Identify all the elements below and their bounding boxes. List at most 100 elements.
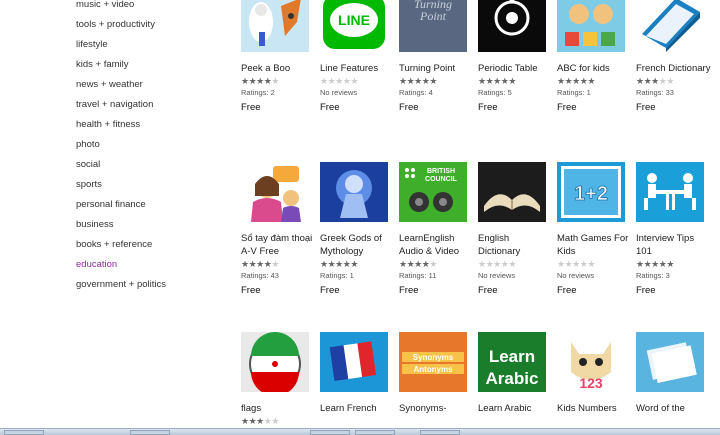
svg-text:Learn: Learn (489, 347, 535, 366)
star-icon: ★ (493, 259, 501, 269)
ratings-count: Ratings: 1 (320, 271, 354, 280)
star-icon: ★ (508, 259, 516, 269)
app-price: Free (478, 102, 498, 113)
word-of-day-icon[interactable] (636, 332, 704, 392)
svg-text:1+2: 1+2 (574, 183, 608, 205)
star-icon: ★ (478, 259, 486, 269)
app-name[interactable]: English Dictionary (478, 232, 554, 258)
star-rating: ★★★★★ (241, 259, 317, 269)
star-icon: ★ (651, 259, 659, 269)
app-name[interactable]: Line Features (320, 62, 396, 75)
peekaboo-icon[interactable] (241, 0, 309, 52)
interview-tips-icon[interactable] (636, 162, 704, 222)
star-rating: ★★★★★ (636, 76, 712, 86)
app-tile[interactable]: Interview Tips 101 ★★★★★ Ratings: 3 Free (636, 162, 712, 297)
star-rating: ★★★★★ (241, 76, 317, 86)
svg-text:LINE: LINE (338, 12, 370, 28)
british-council-icon[interactable]: BRITISH COUNCIL (399, 162, 467, 222)
ratings-count: Ratings: 43 (241, 271, 279, 280)
app-name[interactable]: Learn French (320, 402, 396, 415)
taskbar-button[interactable] (310, 430, 350, 435)
greek-gods-icon[interactable] (320, 162, 388, 222)
app-tile[interactable]: Synonyms Antonyms Synonyms- (399, 332, 475, 415)
star-icon: ★ (557, 259, 565, 269)
ratings-count: Ratings: 11 (399, 271, 437, 280)
app-tile[interactable]: Learn French (320, 332, 396, 415)
app-tile[interactable]: Learn Arabic Learn Arabic (478, 332, 554, 415)
ratings-count: Ratings: 3 (636, 271, 670, 280)
app-tile[interactable]: French Dictionary ★★★★★ Ratings: 33 Free (636, 0, 712, 114)
app-name[interactable]: Periodic Table (478, 62, 554, 75)
app-name[interactable]: Word of the (636, 402, 712, 415)
star-rating: ★★★★★ (557, 76, 633, 86)
app-name[interactable]: Peek a Boo (241, 62, 317, 75)
star-icon: ★ (256, 259, 264, 269)
app-name[interactable]: French Dictionary (636, 62, 712, 75)
star-icon: ★ (572, 76, 580, 86)
star-icon: ★ (587, 259, 595, 269)
star-icon: ★ (636, 259, 644, 269)
ratings-count: Ratings: 4 (399, 88, 433, 97)
app-tile[interactable]: Sổ tay đàm thoại A-V Free ★★★★★ Ratings: 4… (241, 162, 317, 297)
french-dictionary-icon[interactable] (636, 0, 704, 52)
app-tile[interactable]: flags ★★★★★ (241, 332, 317, 426)
star-icon: ★ (478, 76, 486, 86)
app-tile[interactable]: LINE Line Features ★★★★★ No reviews Free (320, 0, 396, 114)
turning-point-icon[interactable]: Turning Point (399, 0, 467, 52)
star-rating: ★★★★★ (399, 76, 475, 86)
app-tile[interactable]: Peek a Boo ★★★★★ Ratings: 2 Free (241, 0, 317, 114)
app-name[interactable]: Turning Point (399, 62, 475, 75)
svg-text:Synonyms: Synonyms (413, 353, 454, 362)
app-name[interactable]: LearnEnglish Audio & Video (399, 232, 475, 258)
synonyms-antonyms-icon[interactable]: Synonyms Antonyms (399, 332, 467, 392)
svg-text:COUNCIL: COUNCIL (425, 176, 458, 183)
app-name[interactable]: flags (241, 402, 317, 415)
star-icon: ★ (320, 259, 328, 269)
ratings-count: Ratings: 5 (478, 88, 512, 97)
app-name[interactable]: Math Games For Kids (557, 232, 633, 258)
app-grid: Peek a Boo ★ ★ ★ ★ ★ Ratings: 2 Free LINE Line Fe… (0, 0, 720, 434)
app-tile[interactable]: 123 Kids Numbers (557, 332, 633, 415)
ratings-count: Ratings: 2 (241, 88, 275, 97)
periodic-table-icon[interactable] (478, 0, 546, 52)
taskbar-button[interactable] (420, 430, 460, 435)
app-tile[interactable]: Greek Gods of Mythology ★★★★★ Ratings: 1 Fr… (320, 162, 396, 297)
line-icon[interactable]: LINE (320, 0, 388, 52)
app-name[interactable]: Kids Numbers (557, 402, 633, 415)
svg-text:Antonyms: Antonyms (413, 365, 453, 374)
app-name[interactable]: Learn Arabic (478, 402, 554, 415)
taskbar-button[interactable] (4, 430, 44, 435)
app-name[interactable]: ABC for kids (557, 62, 633, 75)
svg-text:123: 123 (579, 375, 603, 391)
app-price: Free (399, 285, 419, 296)
iran-flag-icon[interactable] (241, 332, 309, 392)
star-icon: ★ (241, 416, 249, 426)
taskbar-button[interactable] (130, 430, 170, 435)
star-icon: ★ (493, 76, 501, 86)
app-name[interactable]: Sổ tay đàm thoại A-V Free (241, 232, 317, 258)
app-tile[interactable]: ABC for kids ★★★★★ Ratings: 1 Free (557, 0, 633, 114)
english-dictionary-icon[interactable] (478, 162, 546, 222)
app-price: Free (399, 102, 419, 113)
app-price: Free (241, 285, 261, 296)
abc-kids-icon[interactable] (557, 0, 625, 52)
math-games-icon[interactable]: 1+2 (557, 162, 625, 222)
app-tile[interactable]: Word of the (636, 332, 712, 415)
app-tile[interactable]: Periodic Table ★★★★★ Ratings: 5 Free (478, 0, 554, 114)
app-name[interactable]: Interview Tips 101 (636, 232, 712, 258)
app-price: Free (557, 285, 577, 296)
app-name[interactable]: Synonyms- (399, 402, 475, 415)
app-tile[interactable]: Turning Point Turning Point ★★★★★ Ratings: 4… (399, 0, 475, 114)
ratings-count: No reviews (557, 271, 595, 280)
french-flag-icon[interactable] (320, 332, 388, 392)
star-icon: ★ (350, 259, 358, 269)
app-name[interactable]: Greek Gods of Mythology (320, 232, 396, 258)
app-tile[interactable]: 1+2 Math Games For Kids ★★★★★ No reviews Fre… (557, 162, 633, 297)
kids-numbers-icon[interactable]: 123 (557, 332, 625, 392)
learn-arabic-icon[interactable]: Learn Arabic (478, 332, 546, 392)
so-tay-icon[interactable] (241, 162, 309, 222)
taskbar-button[interactable] (355, 430, 395, 435)
star-icon: ★ (399, 76, 407, 86)
app-tile[interactable]: BRITISH COUNCIL LearnEnglish Audio & Video… (399, 162, 475, 297)
app-tile[interactable]: English Dictionary ★★★★★ No reviews Free (478, 162, 554, 297)
